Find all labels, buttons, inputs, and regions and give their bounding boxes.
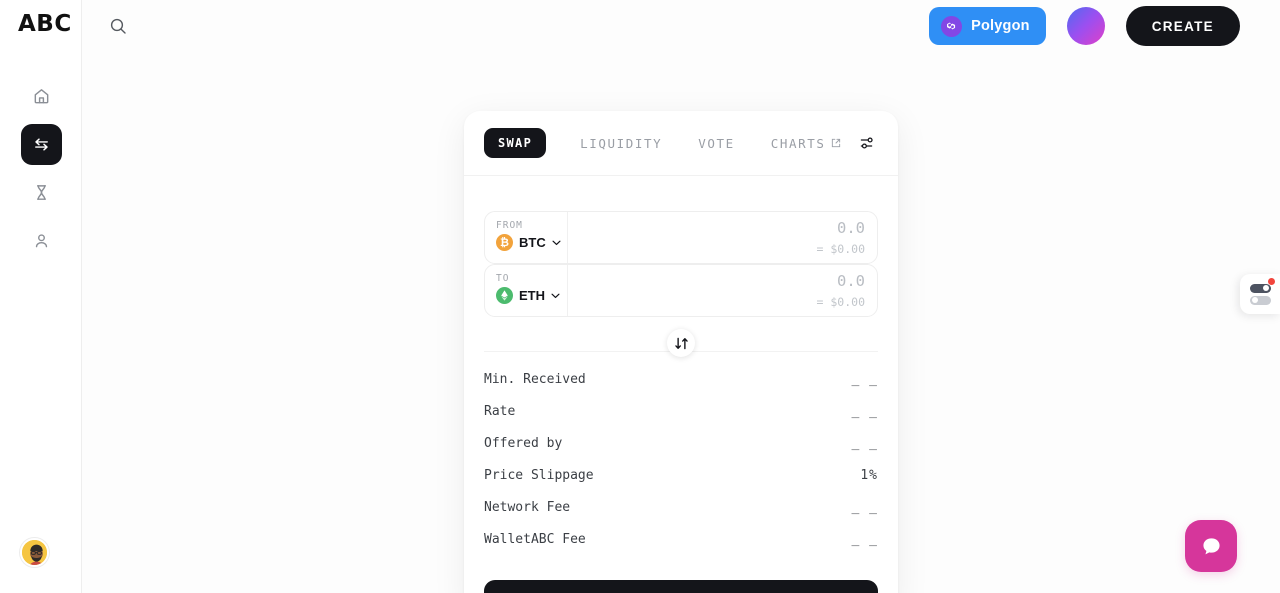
- to-token-selector[interactable]: ETH: [496, 287, 567, 304]
- person-icon: [35, 234, 47, 248]
- search-icon[interactable]: [108, 16, 128, 36]
- detail-value: 1%: [860, 468, 878, 483]
- detail-value: _ _: [851, 372, 878, 387]
- detail-label: Network Fee: [484, 500, 571, 515]
- tab-liquidity-label: LIQUIDITY: [580, 135, 663, 151]
- sidebar-item-home[interactable]: [21, 76, 62, 117]
- home-icon: [34, 89, 48, 104]
- detail-label: Price Slippage: [484, 468, 594, 483]
- chevron-down-icon: [552, 240, 561, 245]
- sidebar-item-swap[interactable]: [20, 124, 62, 165]
- detail-label: Rate: [484, 404, 516, 419]
- detail-value: _ _: [851, 404, 878, 419]
- tab-charts-label: CHARTS: [770, 135, 826, 151]
- chain-selector-button[interactable]: Polygon: [929, 7, 1046, 45]
- from-token-label: BTC: [519, 235, 546, 250]
- detail-value: _ _: [851, 532, 878, 547]
- from-token-selector[interactable]: ₿ BTC: [496, 234, 567, 251]
- sidebar-nav: [0, 76, 82, 268]
- detail-row-price-slippage: Price Slippage 1%: [484, 468, 878, 500]
- user-avatar-image: [22, 540, 47, 565]
- to-token-label: ETH: [519, 288, 545, 303]
- to-label: TO: [496, 273, 510, 284]
- tab-liquidity[interactable]: LIQUIDITY: [578, 136, 664, 151]
- from-amount-area: = $0.00: [568, 212, 877, 263]
- toggle-knob: [1262, 285, 1269, 291]
- tab-charts[interactable]: CHARTS: [769, 136, 843, 151]
- detail-value: _ _: [851, 436, 878, 451]
- to-amount-input[interactable]: [568, 272, 865, 291]
- tab-swap[interactable]: SWAP: [484, 128, 547, 158]
- detail-row-walletabc-fee: WalletABC Fee _ _: [484, 532, 878, 564]
- detail-value: _ _: [851, 500, 878, 515]
- tab-vote-label: VOTE: [698, 135, 735, 151]
- tab-vote[interactable]: VOTE: [696, 136, 737, 151]
- to-amount-area: = $0.00: [568, 265, 877, 316]
- settings-sliders-icon[interactable]: [858, 133, 878, 153]
- sidebar-item-history[interactable]: [21, 172, 62, 213]
- brand-logo[interactable]: ABC: [18, 11, 72, 37]
- detail-label: Min. Received: [484, 372, 586, 387]
- ethereum-icon: [496, 287, 513, 304]
- top-header: Polygon CREATE: [82, 0, 1280, 51]
- hourglass-icon: [36, 185, 46, 200]
- chevron-down-icon: [551, 293, 560, 298]
- toggles-widget[interactable]: [1240, 274, 1280, 314]
- header-actions: Polygon CREATE: [929, 6, 1240, 46]
- swap-submit-button[interactable]: [484, 580, 878, 593]
- sidebar-item-account[interactable]: [21, 220, 62, 261]
- toggle-switch-off-icon: [1249, 295, 1271, 305]
- toggle-knob: [1251, 297, 1258, 303]
- tab-swap-label: SWAP: [498, 136, 533, 150]
- to-field: TO ETH 0.0 = $0.00: [484, 264, 878, 317]
- avatar[interactable]: [20, 538, 49, 567]
- from-token-area: FROM ₿ BTC: [485, 212, 568, 263]
- create-button[interactable]: CREATE: [1125, 6, 1240, 46]
- swap-fields: FROM ₿ BTC = $0.00: [464, 176, 898, 357]
- wallet-avatar[interactable]: [1066, 7, 1105, 45]
- sidebar: ABC: [0, 0, 82, 593]
- swap-arrows-icon: [34, 138, 48, 151]
- detail-row-min-received: Min. Received _ _: [484, 372, 878, 404]
- detail-label: WalletABC Fee: [484, 532, 586, 547]
- swap-direction-button[interactable]: [667, 329, 695, 357]
- card-tabs: SWAP LIQUIDITY VOTE CHARTS: [464, 111, 898, 176]
- from-field: FROM ₿ BTC = $0.00: [484, 211, 878, 264]
- chat-bubble-icon: [1202, 537, 1220, 554]
- external-link-icon: [831, 138, 840, 148]
- toggle-switch-on-icon: [1249, 283, 1271, 293]
- bitcoin-icon: ₿: [496, 234, 513, 251]
- detail-row-rate: Rate _ _: [484, 404, 878, 436]
- swap-card: SWAP LIQUIDITY VOTE CHARTS FROM ₿ BTC 0.…: [464, 111, 898, 593]
- polygon-logo-icon: [941, 15, 963, 37]
- to-token-area: TO ETH: [485, 265, 568, 316]
- detail-label: Offered by: [484, 436, 563, 451]
- from-label: FROM: [496, 220, 523, 231]
- to-usd-value: = $0.00: [816, 295, 865, 309]
- from-amount-input[interactable]: [568, 219, 865, 238]
- detail-row-network-fee: Network Fee _ _: [484, 500, 878, 532]
- down-up-arrows-icon: [674, 337, 688, 349]
- chat-button[interactable]: [1185, 520, 1237, 572]
- from-usd-value: = $0.00: [816, 242, 865, 256]
- notification-dot: [1268, 278, 1275, 285]
- chain-label: Polygon: [971, 18, 1030, 34]
- detail-row-offered-by: Offered by _ _: [484, 436, 878, 468]
- swap-details-list: Min. Received _ _ Rate _ _ Offered by _ …: [464, 352, 898, 564]
- app-root: ABC Polygon CREATE SWAP LIQUIDITY VOTE C…: [0, 0, 1280, 593]
